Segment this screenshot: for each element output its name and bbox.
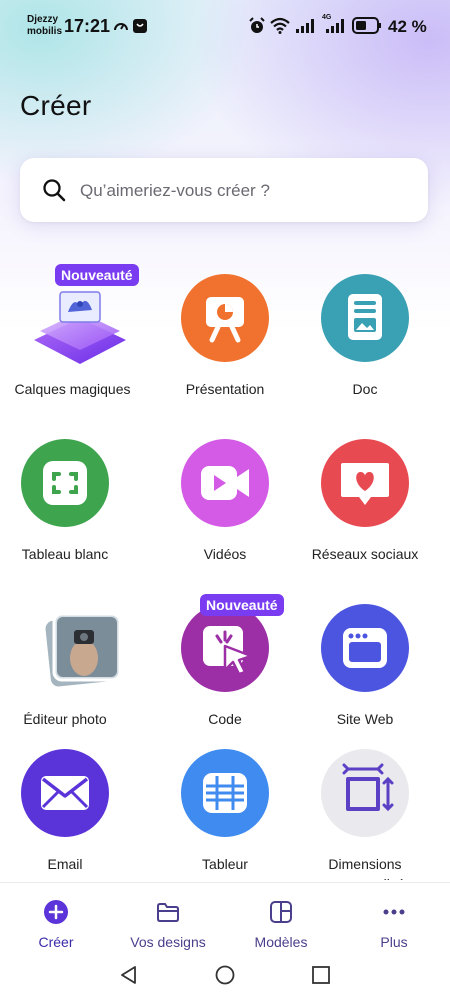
nav-label: Modèles bbox=[254, 934, 308, 950]
carrier-line-2: mobilis bbox=[27, 26, 63, 37]
presentation-icon bbox=[206, 297, 244, 343]
signal-bars-2-icon bbox=[326, 19, 344, 33]
doc-icon bbox=[348, 294, 382, 340]
tile-magic-layers[interactable]: Nouveauté Calques magiques bbox=[0, 264, 139, 424]
nav-your-designs[interactable]: Vos designs bbox=[113, 899, 223, 950]
back-icon[interactable] bbox=[118, 964, 140, 986]
tile-label: Tableau blanc bbox=[21, 546, 109, 562]
video-circle bbox=[181, 439, 269, 527]
tile-code[interactable]: Nouveauté Code bbox=[160, 594, 290, 754]
carrier-line-1: Djezzy bbox=[27, 14, 59, 25]
signal-bars-1-icon bbox=[296, 19, 314, 33]
tile-photo-editor[interactable]: Éditeur photo bbox=[0, 604, 130, 754]
create-plus-icon bbox=[44, 900, 68, 924]
battery-icon bbox=[352, 17, 381, 34]
bottom-navigation: Créer Vos designs Modèles Plus bbox=[0, 882, 450, 953]
social-circle bbox=[321, 439, 409, 527]
website-icon bbox=[343, 628, 387, 668]
recents-icon[interactable] bbox=[310, 964, 332, 986]
tile-label: Présentation bbox=[185, 381, 265, 397]
tile-label: Calques magiques bbox=[14, 381, 131, 397]
new-badge: Nouveauté bbox=[200, 594, 284, 616]
system-navigation-bar bbox=[0, 952, 450, 1000]
status-time: 17:21 bbox=[64, 16, 111, 36]
home-icon[interactable] bbox=[214, 964, 236, 986]
tile-email[interactable]: Email bbox=[0, 749, 130, 899]
search-icon bbox=[43, 179, 66, 202]
tile-label: Code bbox=[208, 711, 242, 727]
battery-percent: 42 % bbox=[388, 17, 427, 36]
photo-editor-icon bbox=[45, 612, 122, 687]
search-input[interactable] bbox=[78, 176, 412, 206]
social-heart-icon bbox=[341, 463, 389, 505]
tile-label: Réseaux sociaux bbox=[311, 546, 419, 562]
website-circle bbox=[321, 604, 409, 692]
custom-size-icon bbox=[342, 763, 394, 812]
folder-icon bbox=[157, 903, 179, 922]
doc-circle bbox=[321, 274, 409, 362]
whiteboard-circle bbox=[21, 439, 109, 527]
spreadsheet-circle bbox=[181, 749, 269, 837]
status-bar: Djezzy mobilis 17:21 4G 42 % bbox=[0, 0, 450, 52]
page-title: Créer bbox=[20, 90, 92, 121]
tile-label: Email bbox=[47, 856, 83, 872]
more-dots-icon bbox=[383, 909, 405, 915]
nav-templates[interactable]: Modèles bbox=[226, 899, 336, 950]
tile-custom-size[interactable]: Dimensions personnalisé bbox=[300, 749, 430, 899]
templates-icon bbox=[270, 901, 292, 923]
tile-spreadsheet[interactable]: Tableur bbox=[160, 749, 290, 899]
nav-more[interactable]: Plus bbox=[339, 899, 449, 950]
magic-layers-icon bbox=[34, 291, 126, 364]
tile-label: Éditeur photo bbox=[23, 711, 107, 727]
tile-label: Site Web bbox=[336, 711, 394, 727]
tile-whiteboard[interactable]: Tableau blanc bbox=[0, 439, 130, 589]
spreadsheet-icon bbox=[203, 773, 247, 813]
tile-label: Doc bbox=[352, 381, 378, 397]
new-badge: Nouveauté bbox=[55, 264, 139, 286]
code-circle bbox=[181, 604, 269, 692]
nav-create[interactable]: Créer bbox=[1, 899, 111, 950]
tile-label: Tableur bbox=[202, 856, 248, 872]
alarm-icon bbox=[249, 17, 265, 33]
whiteboard-icon bbox=[43, 461, 87, 505]
nav-label: Vos designs bbox=[130, 934, 206, 950]
tile-website[interactable]: Site Web bbox=[300, 604, 430, 754]
tile-social-media[interactable]: Réseaux sociaux bbox=[300, 439, 430, 589]
tile-presentation[interactable]: Présentation bbox=[160, 274, 290, 424]
carrier-name: Djezzy mobilis bbox=[27, 14, 62, 38]
tile-doc[interactable]: Doc bbox=[300, 274, 430, 424]
speedometer-icon bbox=[114, 23, 128, 31]
custom-size-circle bbox=[321, 749, 409, 837]
email-circle bbox=[21, 749, 109, 837]
tile-label: Dimensions personnalisé bbox=[325, 856, 404, 880]
nav-label: Plus bbox=[380, 934, 408, 950]
nav-label: Créer bbox=[38, 934, 74, 950]
code-cursor-icon bbox=[203, 626, 253, 676]
search-bar[interactable] bbox=[20, 158, 428, 222]
tile-label: Vidéos bbox=[203, 546, 247, 562]
presentation-circle bbox=[181, 274, 269, 362]
shopping-bag-icon bbox=[133, 19, 147, 33]
video-icon bbox=[201, 466, 249, 500]
wifi-icon bbox=[270, 17, 290, 34]
email-icon bbox=[41, 776, 89, 810]
tile-videos[interactable]: Vidéos bbox=[160, 439, 290, 589]
